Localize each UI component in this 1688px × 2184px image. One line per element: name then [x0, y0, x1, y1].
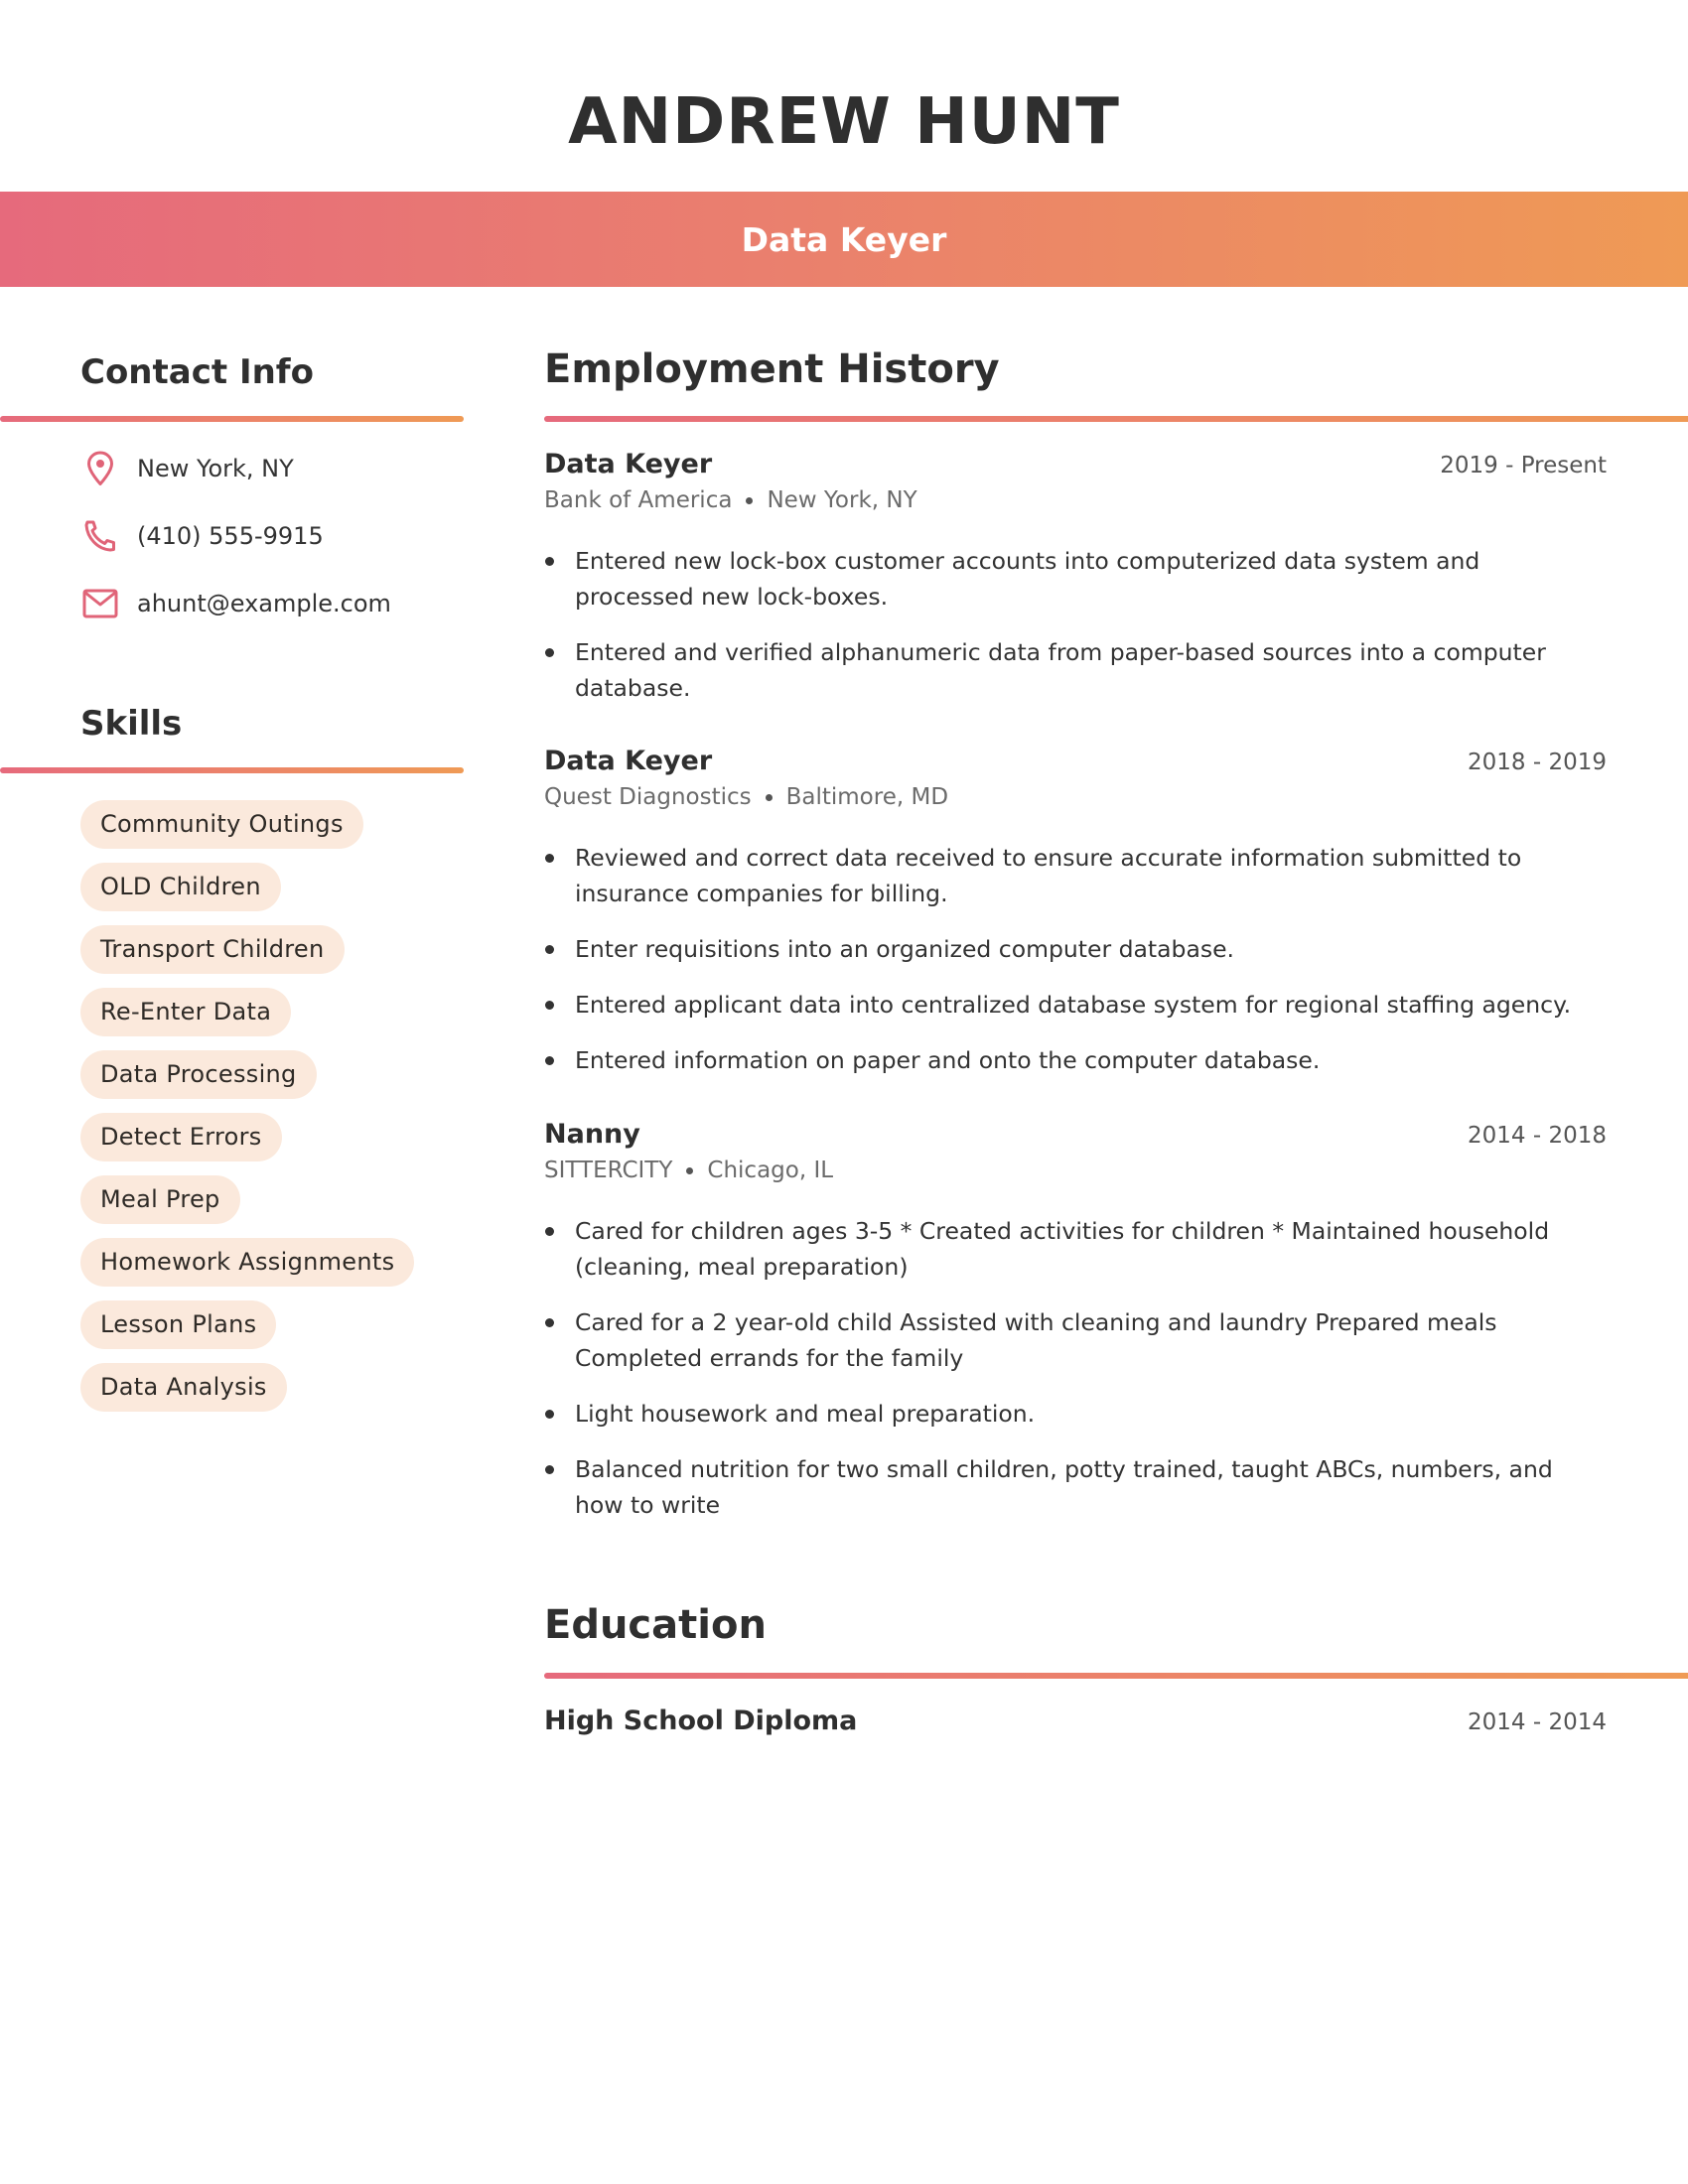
contact-phone[interactable]: (410) 555-9915 [137, 522, 324, 550]
skills-divider [0, 767, 464, 773]
job-bullets: Reviewed and correct data received to en… [544, 840, 1607, 1078]
education-dates: 2014 - 2014 [1468, 1709, 1607, 1735]
job-location: New York, NY [767, 487, 917, 513]
education-divider [544, 1673, 1688, 1679]
job-bullet: Entered and verified alphanumeric data f… [544, 634, 1607, 706]
education-entry: High School Diploma 2014 - 2014 [544, 1706, 1607, 1736]
job-entry: Data Keyer 2018 - 2019 Quest Diagnostics… [544, 746, 1607, 1098]
contact-item-phone: (410) 555-9915 [80, 516, 324, 556]
employment-history-divider [544, 416, 1688, 422]
candidate-name: ANDREW HUNT [568, 85, 1120, 159]
job-location: Baltimore, MD [785, 784, 949, 810]
contact-item-location: New York, NY [80, 449, 294, 488]
job-dates: 2019 - Present [1440, 453, 1607, 478]
phone-icon [80, 516, 120, 556]
job-bullet: Entered information on paper and onto th… [544, 1042, 1607, 1078]
job-bullet: Light housework and meal preparation. [544, 1396, 1607, 1432]
job-bullet: Entered applicant data into centralized … [544, 987, 1607, 1023]
job-bullets: Entered new lock-box customer accounts i… [544, 543, 1607, 706]
skill-chip: Detect Errors [80, 1113, 282, 1161]
skill-chip: OLD Children [80, 863, 281, 911]
job-company: SITTERCITY [544, 1158, 673, 1183]
job-bullet: Balanced nutrition for two small childre… [544, 1451, 1607, 1523]
skill-chip: Data Analysis [80, 1363, 287, 1412]
job-bullet: Cared for children ages 3-5 * Created ac… [544, 1213, 1607, 1285]
job-title: Data Keyer [544, 746, 713, 776]
job-bullet: Cared for a 2 year-old child Assisted wi… [544, 1304, 1607, 1376]
separator-dot [765, 793, 773, 801]
location-pin-icon [80, 449, 120, 488]
skill-chip: Re-Enter Data [80, 988, 292, 1036]
job-bullet: Entered new lock-box customer accounts i… [544, 543, 1607, 614]
job-dates: 2018 - 2019 [1468, 750, 1607, 775]
title-banner: Data Keyer [0, 192, 1688, 287]
employment-history-heading: Employment History [544, 346, 1000, 392]
job-title: Data Keyer [544, 449, 713, 479]
job-location: Chicago, IL [707, 1158, 834, 1183]
separator-dot [746, 496, 754, 504]
job-dates: 2014 - 2018 [1468, 1123, 1607, 1149]
separator-dot [686, 1166, 694, 1174]
education-degree: High School Diploma [544, 1706, 858, 1736]
envelope-icon [80, 584, 120, 623]
contact-email[interactable]: ahunt@example.com [137, 590, 391, 617]
job-company: Quest Diagnostics [544, 784, 752, 810]
contact-item-email: ahunt@example.com [80, 584, 391, 623]
job-bullets: Cared for children ages 3-5 * Created ac… [544, 1213, 1607, 1523]
contact-location: New York, NY [137, 455, 294, 482]
skill-chip: Lesson Plans [80, 1300, 277, 1349]
skill-chip: Community Outings [80, 800, 363, 849]
candidate-job-title: Data Keyer [741, 219, 947, 259]
contact-info-divider [0, 416, 464, 422]
skill-chip: Meal Prep [80, 1175, 240, 1224]
job-title: Nanny [544, 1119, 640, 1150]
job-entry: Data Keyer 2019 - Present Bank of Americ… [544, 449, 1607, 726]
job-bullet: Enter requisitions into an organized com… [544, 931, 1607, 967]
skill-chip: Transport Children [80, 925, 345, 974]
skill-chip: Homework Assignments [80, 1238, 415, 1287]
skills-list: Community Outings OLD Children Transport… [80, 800, 415, 1426]
job-bullet: Reviewed and correct data received to en… [544, 840, 1607, 911]
skills-heading: Skills [80, 704, 183, 744]
contact-info-heading: Contact Info [80, 352, 314, 392]
skill-chip: Data Processing [80, 1050, 317, 1099]
education-heading: Education [544, 1602, 767, 1648]
job-entry: Nanny 2014 - 2018 SITTERCITY Chicago, IL… [544, 1119, 1607, 1543]
job-company: Bank of America [544, 487, 733, 513]
